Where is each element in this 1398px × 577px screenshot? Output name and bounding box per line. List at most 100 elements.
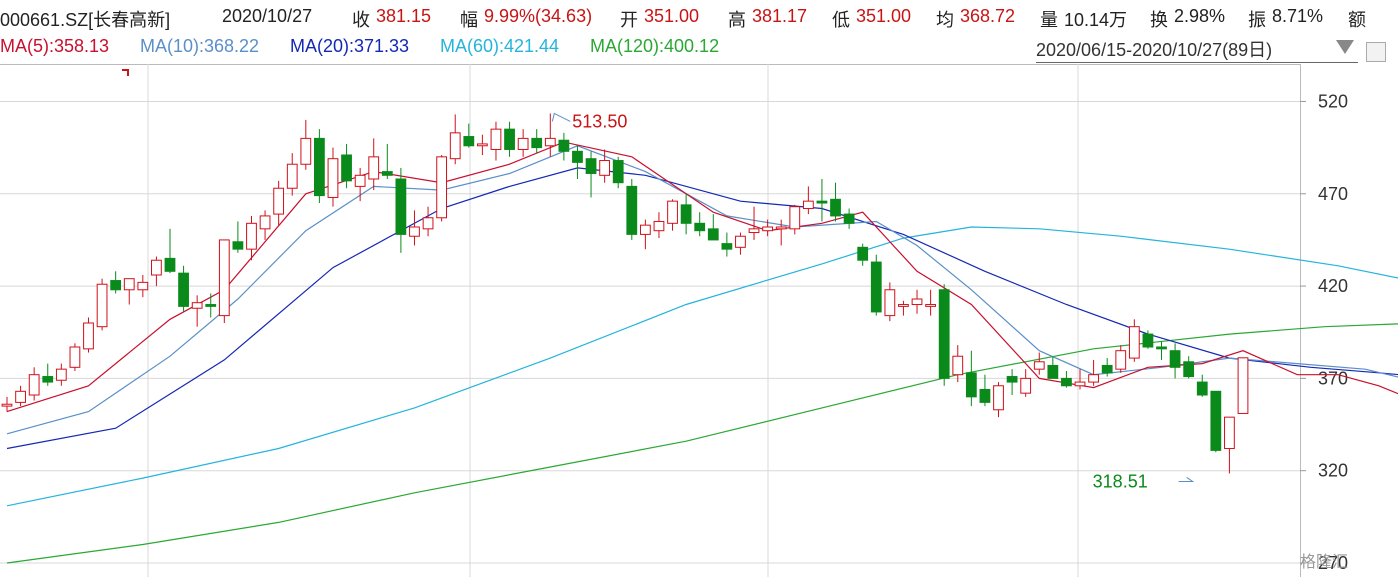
candle-body (938, 289, 950, 379)
candle-body (381, 171, 393, 176)
candle-body (1074, 381, 1086, 387)
candle-body (653, 220, 665, 232)
settings-square-icon[interactable] (1366, 42, 1386, 62)
candle-body (368, 156, 380, 180)
candle-body (490, 128, 502, 150)
candle-body (585, 158, 597, 174)
dropdown-arrow-icon[interactable] (1336, 40, 1354, 54)
stock-header: 000661.SZ[长春高新] 2020/10/27 收 381.15 幅 9.… (0, 0, 1398, 34)
candle-body (273, 187, 285, 215)
vol-label: 量 (1040, 10, 1058, 30)
annotation-label: 513.50 (572, 111, 627, 131)
open-value: 351.00 (644, 6, 700, 26)
candle-body (1196, 381, 1208, 396)
low-label: 低 (832, 10, 850, 30)
swing-value: 8.71% (1272, 6, 1324, 26)
candle-body (775, 226, 787, 230)
candle-body (314, 137, 325, 197)
close-value: 381.15 (376, 6, 432, 26)
candle-body (69, 346, 81, 368)
ma120-line (6, 323, 1398, 564)
candle-body (409, 226, 420, 237)
candle-body (993, 385, 1004, 411)
candle-body (15, 390, 26, 403)
candle-body (639, 224, 651, 235)
candle-body (979, 388, 991, 403)
candle-body (96, 283, 108, 328)
close-label: 收 (352, 10, 370, 30)
candle-body (816, 200, 828, 204)
candle-body (259, 215, 271, 230)
ma10-line (6, 145, 1398, 435)
ma-legend: MA(5):358.13 MA(10):368.22 MA(20):371.33… (0, 34, 1030, 62)
candle-body (300, 137, 312, 165)
candle-body (544, 137, 556, 147)
candle-body (205, 304, 217, 307)
candle-body (911, 298, 923, 306)
amp-label: 幅 (460, 10, 478, 30)
y-tick-label: 320 (1318, 461, 1348, 481)
y-tick-label: 520 (1318, 91, 1348, 111)
candle-body (884, 289, 896, 317)
candle-body (137, 281, 149, 291)
red-marker-icon (122, 69, 129, 76)
low-value: 351.00 (856, 6, 912, 26)
candle-body (341, 154, 352, 182)
open-label: 开 (620, 10, 638, 30)
candle-body (218, 239, 230, 317)
candle-body (55, 368, 67, 381)
candle-body (870, 261, 882, 313)
candle-body (626, 185, 638, 235)
candle-body (612, 160, 624, 184)
watermark: 格隆汇 (1300, 554, 1349, 571)
candle-body (327, 158, 339, 198)
candle-body (667, 200, 678, 224)
candle-body (1101, 364, 1113, 374)
candle-body (531, 137, 543, 149)
candle-body (599, 160, 611, 176)
candle-body (517, 137, 529, 150)
legend-ma120: MA(120):400.12 (590, 36, 720, 56)
candle-body (748, 228, 760, 234)
candle-body (123, 278, 135, 291)
candle-body (395, 178, 407, 235)
candle-body (898, 304, 909, 307)
candle-body (191, 302, 203, 309)
date-range-selector[interactable]: 2020/06/15-2020/10/27(89日) (1036, 36, 1358, 63)
y-tick-label: 370 (1318, 368, 1348, 388)
candle-body (151, 259, 162, 276)
candle-body (1115, 350, 1127, 370)
vol-value: 10.14万 (1064, 10, 1128, 30)
candlestick-chart: 520470420370320270513.50318.51 (0, 64, 1398, 577)
annotation-arrow (551, 112, 571, 122)
legend-ma10: MA(10):368.22 (140, 36, 260, 56)
candle-body (436, 156, 448, 219)
candle-body (1020, 377, 1032, 394)
candle-body (1033, 361, 1045, 370)
annotation-arrow (1178, 477, 1195, 482)
candle-body (286, 163, 298, 189)
candle-body (857, 246, 869, 261)
amount-label: 额 (1348, 10, 1366, 30)
candle-body (83, 322, 94, 350)
candle-body (572, 150, 583, 163)
candle-body (802, 200, 814, 210)
candle-body (232, 241, 244, 250)
candle-body (830, 198, 841, 217)
candle-body (28, 374, 40, 396)
candle-body (1088, 374, 1099, 383)
swing-label: 振 (1248, 10, 1266, 30)
candle-body (721, 243, 733, 250)
candle-body (1224, 416, 1235, 450)
amp-value: 9.99%(34.63) (484, 6, 593, 26)
y-tick-label: 470 (1318, 184, 1348, 204)
candle-body (246, 222, 257, 250)
candle-body (1047, 364, 1059, 379)
legend-ma60: MA(60):421.44 (440, 36, 560, 56)
legend-ma20: MA(20):371.33 (290, 36, 410, 56)
high-value: 381.17 (752, 6, 808, 26)
candle-body (449, 132, 461, 160)
candle-body (694, 222, 706, 232)
candle-body (762, 226, 774, 232)
avg-label: 均 (936, 10, 954, 30)
